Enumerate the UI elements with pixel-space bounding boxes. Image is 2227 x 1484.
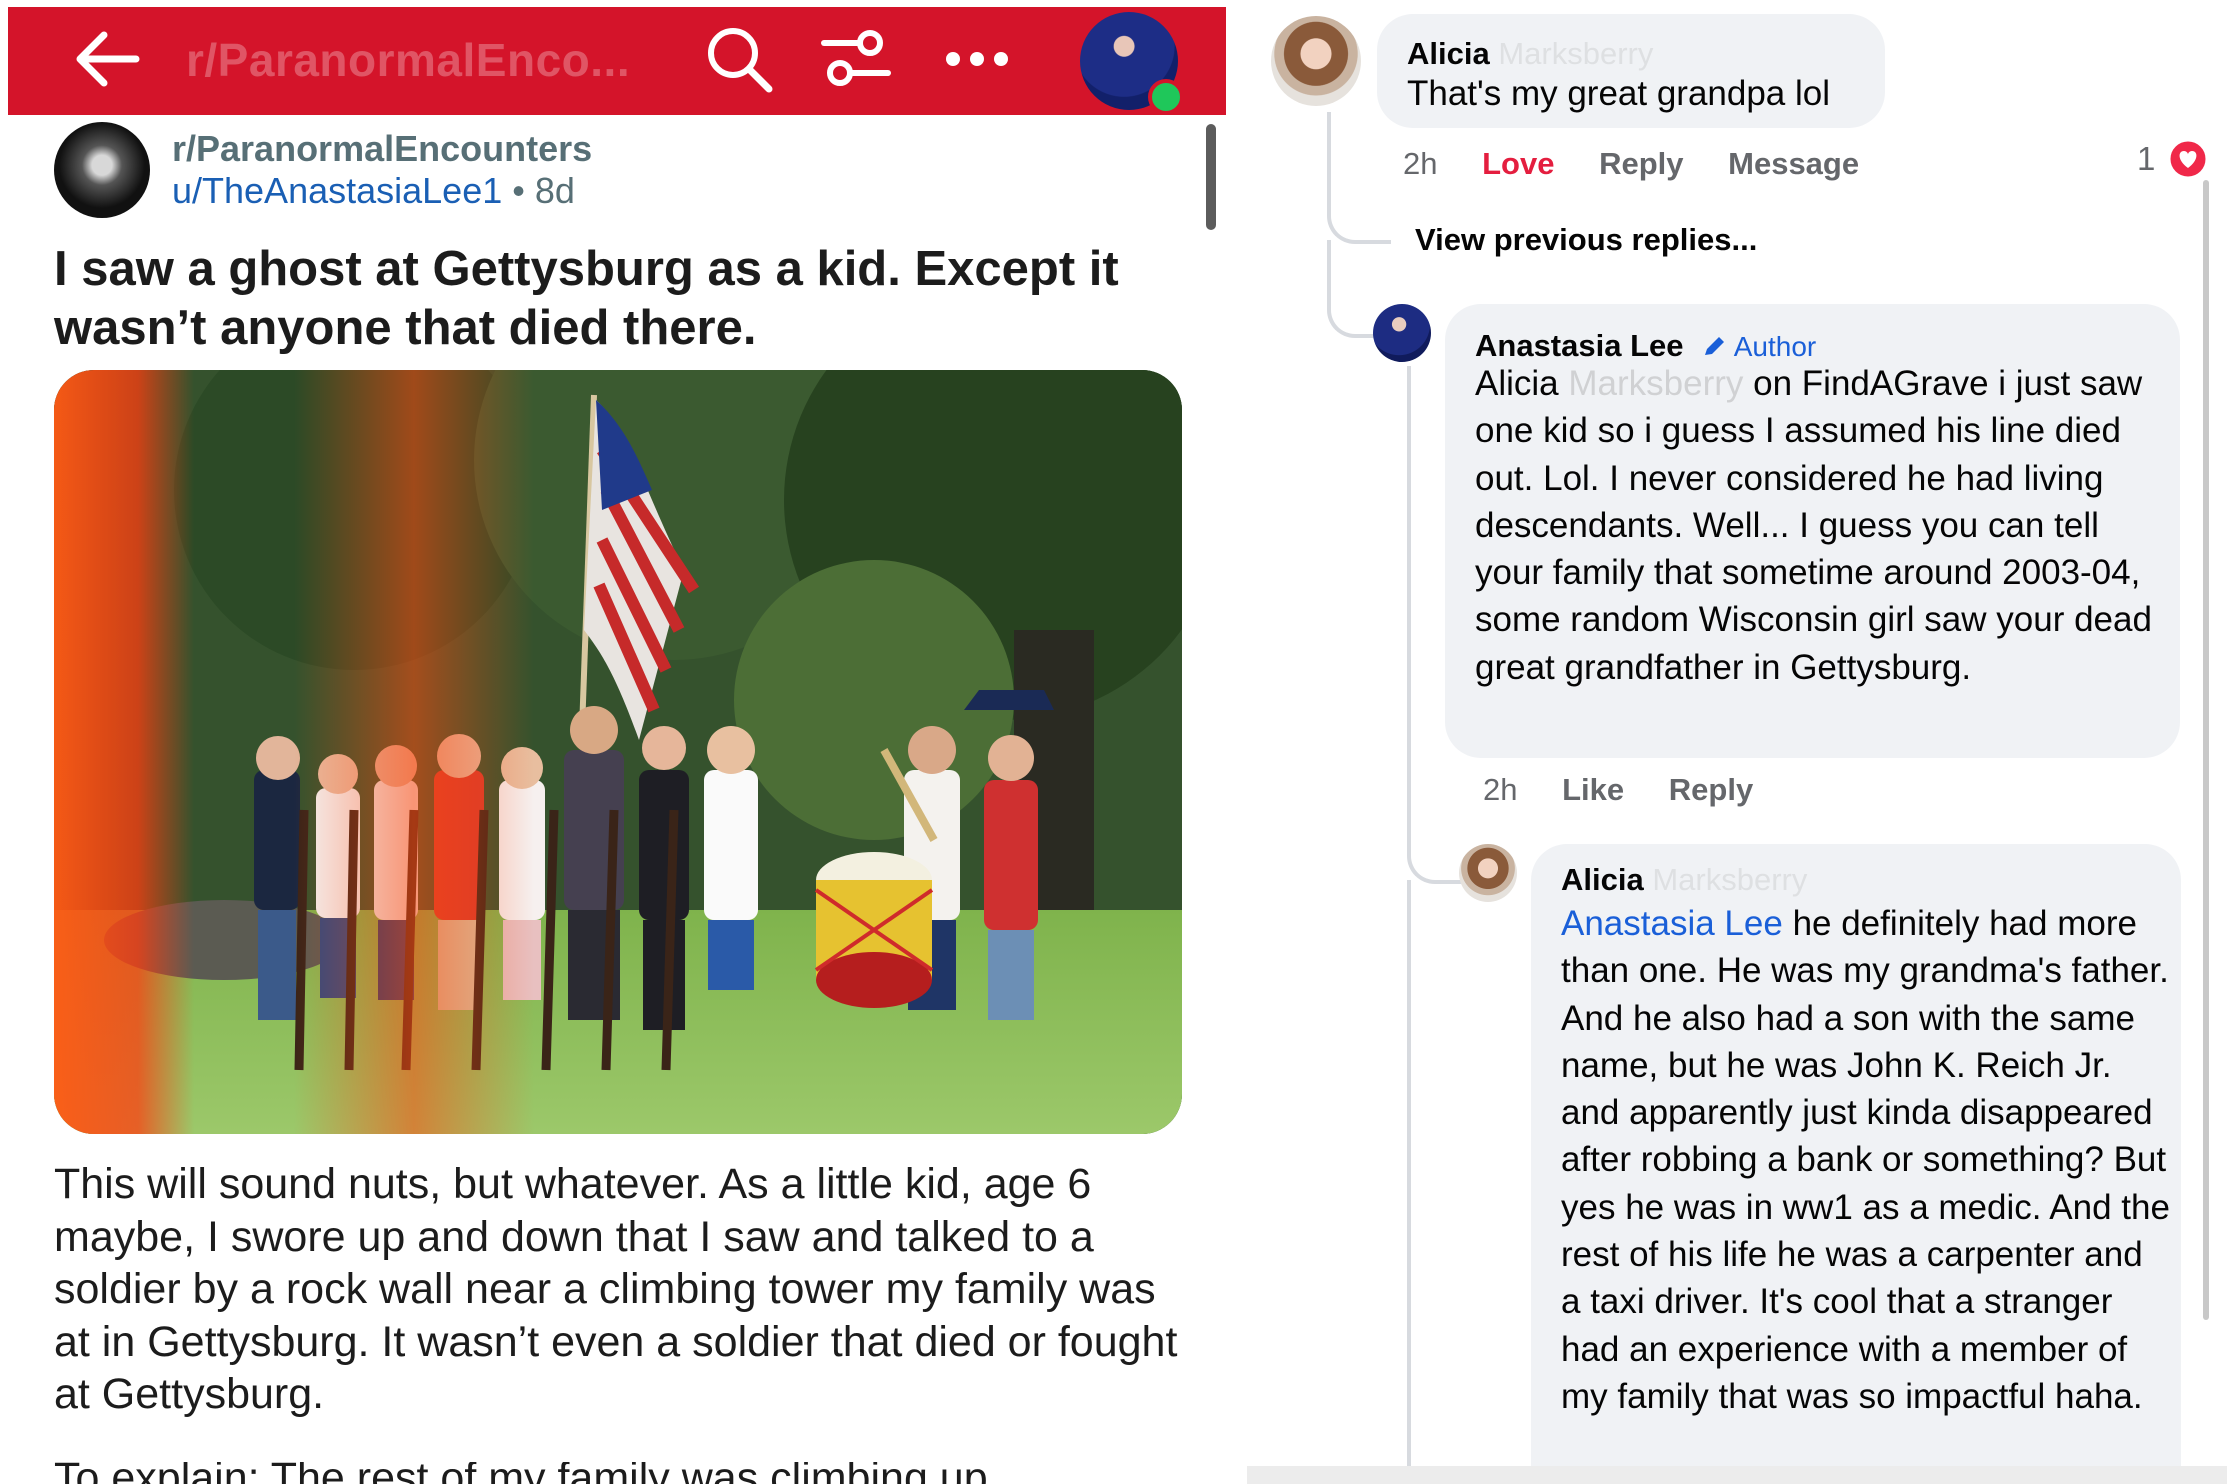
view-previous-replies-link[interactable]: View previous replies... [1415, 222, 1757, 258]
comment-bubble: Alicia Marksberry Anastasia Lee he defin… [1531, 844, 2181, 1466]
post-header: r/ParanormalEncounters u/TheAnastasiaLee… [54, 122, 1154, 222]
thread-line [1407, 880, 1411, 1466]
commenter-name[interactable]: Alicia Marksberry [1561, 862, 1807, 898]
subreddit-name[interactable]: r/ParanormalEncounters [172, 128, 592, 170]
more-horizontal-icon[interactable] [943, 37, 1011, 81]
thread-line [1407, 366, 1411, 846]
commenter-surname-blurred: Marksberry [1498, 36, 1654, 71]
thread-connector [1327, 180, 1391, 244]
post-image[interactable] [54, 370, 1182, 1134]
topbar-subreddit-title: r/ParanormalEnco... [186, 34, 631, 86]
comment-text: Anastasia Lee he definitely had more tha… [1561, 900, 2171, 1420]
post-author[interactable]: u/TheAnastasiaLee1 [172, 170, 502, 211]
commenter-name[interactable]: Alicia Marksberry [1407, 36, 1653, 72]
subreddit-avatar[interactable] [54, 122, 150, 218]
message-button[interactable]: Message [1728, 146, 1859, 181]
comment-text: That's my great grandpa lol [1407, 74, 1831, 113]
commenter-avatar[interactable] [1459, 844, 1517, 902]
heart-icon[interactable] [2167, 138, 2209, 180]
mention-surname-blurred: Marksberry [1568, 364, 1744, 403]
comment-bubble: Anastasia Lee Author Alicia Marksberry o… [1445, 304, 2180, 758]
mention[interactable]: Anastasia Lee [1561, 904, 1783, 943]
arrow-left-icon[interactable] [70, 27, 142, 91]
reaction-count[interactable]: 1 [2137, 140, 2155, 178]
comment-text-body: he definitely had more than one. He was … [1561, 904, 2170, 1416]
comment-text: Alicia Marksberry on FindAGrave i just s… [1475, 360, 2165, 691]
panel-divider [1237, 0, 1247, 1484]
post-age: 8d [534, 170, 575, 211]
search-icon[interactable] [703, 23, 775, 95]
pencil-icon [1704, 337, 1724, 355]
commenter-avatar[interactable] [1373, 304, 1431, 362]
love-button[interactable]: Love [1482, 146, 1554, 181]
commenter-surname-blurred: Marksberry [1652, 862, 1808, 897]
filter-icon[interactable] [820, 27, 892, 91]
reddit-panel: r/ParanormalEnco... r/ParanormalEncounte… [0, 0, 1235, 1484]
facebook-comments-panel: Alicia Marksberry That's my great grandp… [1247, 0, 2227, 1466]
reply-button[interactable]: Reply [1669, 772, 1753, 807]
comment-time: 2h [1403, 146, 1438, 181]
comment-actions: 2h Like Reply [1483, 772, 1789, 808]
post-body-continuation: To explain: The rest of my family was cl… [54, 1462, 1194, 1484]
mention[interactable]: Alicia Marksberry [1475, 364, 1743, 403]
meta-separator: • [512, 170, 525, 211]
post-body: This will sound nuts, but whatever. As a… [54, 1160, 1178, 1418]
post-meta: u/TheAnastasiaLee1 • 8d [172, 170, 575, 212]
post-body-continuation-text: To explain: The rest of my family was cl… [54, 1462, 988, 1484]
reply-button[interactable]: Reply [1599, 146, 1683, 181]
bottom-bar-strip [1247, 1466, 2227, 1484]
scrollbar[interactable] [2203, 180, 2209, 1320]
reddit-top-bar: r/ParanormalEnco... [8, 7, 1226, 115]
commenter-avatar[interactable] [1271, 16, 1361, 106]
comment-bubble: Alicia Marksberry That's my great grandp… [1377, 14, 1885, 128]
comment-text-body: on FindAGrave i just saw one kid so i gu… [1475, 364, 2152, 687]
comment-time: 2h [1483, 772, 1518, 807]
post-title: I saw a ghost at Gettysburg as a kid. Ex… [54, 242, 1119, 355]
scrollbar[interactable] [1206, 124, 1216, 230]
thread-line [1327, 112, 1331, 182]
online-status-dot [1148, 79, 1184, 115]
author-badge: Author [1702, 331, 1816, 362]
like-button[interactable]: Like [1562, 772, 1624, 807]
comment-actions: 2h Love Reply Message [1403, 146, 1895, 182]
commenter-name[interactable]: Anastasia Lee Author [1475, 328, 1816, 364]
